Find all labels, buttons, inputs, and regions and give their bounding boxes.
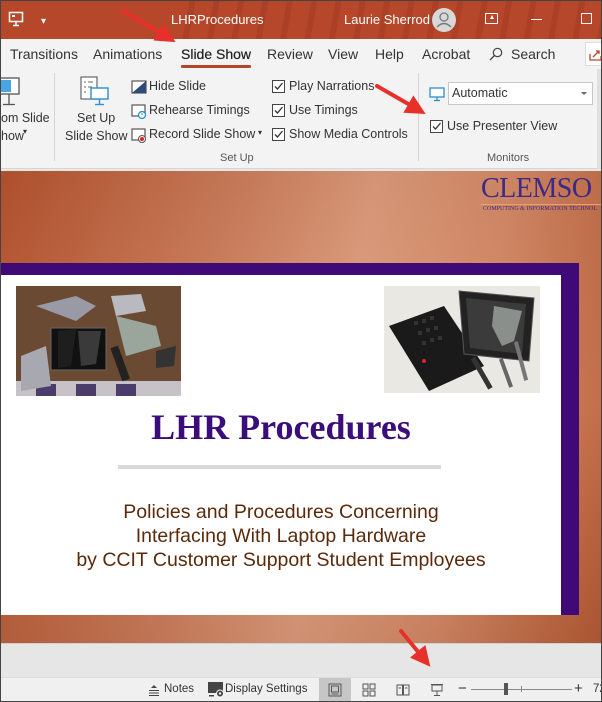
logo-rule xyxy=(481,204,601,205)
rehearse-timings-icon xyxy=(131,104,147,119)
use-timings-label: Use Timings xyxy=(289,103,358,117)
checkbox-checked-icon xyxy=(272,104,285,117)
record-slide-show-icon xyxy=(131,128,146,143)
zoom-in-button[interactable]: + xyxy=(574,680,583,697)
group-separator xyxy=(418,73,419,161)
group-separator xyxy=(54,73,55,161)
clemson-logo-subtext: COMPUTING & INFORMATION TECHNOL xyxy=(483,206,598,212)
reading-view-icon xyxy=(396,684,410,696)
hide-slide-label: Hide Slide xyxy=(149,79,206,93)
checkbox-checked-icon xyxy=(272,128,285,141)
use-presenter-view-label: Use Presenter View xyxy=(447,119,558,133)
display-settings-label: Display Settings xyxy=(225,683,308,695)
checkbox-checked-icon xyxy=(430,120,443,133)
slide-subtitle-line-2[interactable]: Interfacing With Laptop Hardware xyxy=(1,525,561,548)
tab-view[interactable]: View xyxy=(328,46,358,62)
disassembled-laptop-parts-photo[interactable] xyxy=(16,286,181,396)
slide-title[interactable]: LHR Procedures xyxy=(1,406,561,448)
powerpoint-window: ▾ LHRProcedures Laurie Sherrod Transitio… xyxy=(0,0,602,702)
search-icon[interactable] xyxy=(489,47,503,61)
setup-group-label: Set Up xyxy=(220,152,254,164)
tab-help[interactable]: Help xyxy=(375,46,404,62)
clemson-logo-text: CLEMSO xyxy=(481,173,592,204)
setup-slide-show-icon xyxy=(80,76,109,106)
tab-transitions[interactable]: Transitions xyxy=(10,46,78,62)
user-name[interactable]: Laurie Sherrod xyxy=(344,12,430,27)
minimize-icon[interactable] xyxy=(531,19,542,20)
setup-slide-show-label-1: Set Up xyxy=(77,111,116,125)
show-media-controls-label: Show Media Controls xyxy=(289,127,408,141)
monitors-group-label: Monitors xyxy=(487,152,530,164)
custom-slide-show-label-2[interactable]: how xyxy=(1,129,24,143)
zoom-out-button[interactable]: − xyxy=(458,680,467,697)
ribbon: om Slide how ▾ Set Up Slide Show Hide Sl… xyxy=(1,69,601,169)
zoom-slider-midmark xyxy=(521,686,522,692)
slide-title-rule xyxy=(118,465,441,469)
slide-show-view-button[interactable] xyxy=(421,678,453,701)
slide-subtitle-line-3[interactable]: by CCIT Customer Support Student Employe… xyxy=(1,549,561,572)
ribbon-tabs: Transitions Animations Slide Show Review… xyxy=(1,39,601,69)
ribbon-display-options-icon[interactable] xyxy=(485,13,498,24)
record-dropdown-icon[interactable]: ▾ xyxy=(258,128,262,137)
monitor-select-value: Automatic xyxy=(452,86,508,100)
zoom-level[interactable]: 72 xyxy=(593,683,601,695)
slide-sorter-icon xyxy=(362,683,376,697)
custom-slide-show-dropdown-icon[interactable]: ▾ xyxy=(23,127,27,136)
tab-acrobat[interactable]: Acrobat xyxy=(422,46,470,62)
display-settings-icon xyxy=(208,682,224,698)
share-icon xyxy=(589,50,601,61)
normal-view-button[interactable] xyxy=(319,678,351,701)
checkbox-checked-icon xyxy=(272,80,285,93)
search-label[interactable]: Search xyxy=(511,46,555,62)
notes-icon xyxy=(149,685,159,696)
quick-access-dropdown-icon[interactable]: ▾ xyxy=(41,16,46,27)
tab-animations[interactable]: Animations xyxy=(93,46,162,62)
monitor-icon xyxy=(429,87,445,102)
setup-slide-show-label-2: Slide Show xyxy=(65,129,128,143)
slide-subtitle-line-1[interactable]: Policies and Procedures Concerning xyxy=(1,501,561,524)
reading-view-button[interactable] xyxy=(387,678,419,701)
play-narrations-label: Play Narrations xyxy=(289,79,375,93)
normal-view-icon xyxy=(328,683,342,697)
rehearse-timings-label: Rehearse Timings xyxy=(149,103,250,117)
broken-laptop-photo[interactable] xyxy=(384,286,540,393)
notes-area-strip[interactable] xyxy=(1,643,601,677)
slide-show-icon xyxy=(431,684,443,696)
custom-slide-show-icon xyxy=(1,77,20,106)
title-bar: ▾ LHRProcedures Laurie Sherrod xyxy=(1,1,601,39)
chevron-down-icon xyxy=(581,92,587,95)
document-title: LHRProcedures xyxy=(171,12,264,27)
maximize-icon[interactable] xyxy=(581,13,592,24)
tab-review[interactable]: Review xyxy=(267,46,313,62)
hide-slide-icon xyxy=(131,80,147,94)
presentation-app-icon[interactable] xyxy=(8,11,24,27)
notes-label: Notes xyxy=(164,683,195,695)
tab-slide-show[interactable]: Slide Show xyxy=(181,46,252,68)
custom-slide-show-label-1[interactable]: om Slide xyxy=(1,111,50,125)
slide-sorter-view-button[interactable] xyxy=(353,678,385,701)
status-bar: Notes Display Settings − + 7 xyxy=(1,677,601,701)
user-avatar-icon[interactable] xyxy=(432,8,456,32)
zoom-slider-thumb[interactable] xyxy=(504,683,508,695)
ribbon-scrollbar[interactable] xyxy=(597,69,601,169)
share-button[interactable] xyxy=(585,42,601,66)
monitor-select[interactable]: Automatic xyxy=(448,82,593,105)
record-slide-show-label: Record Slide Show xyxy=(149,127,256,141)
